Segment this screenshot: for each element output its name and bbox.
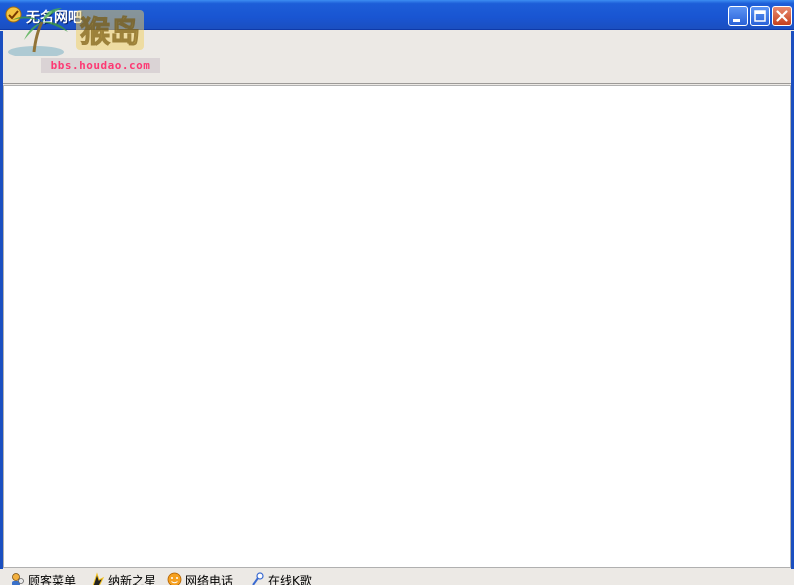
app-window: 无名网吧 猴岛 bbs.houdao.com 顾客菜单 纳新之星 网络电话 在线… (0, 0, 794, 585)
customer-icon (12, 573, 24, 585)
maximize-icon (754, 10, 766, 22)
watermark-logo: 猴岛 bbs.houdao.com (6, 4, 160, 73)
microphone-icon (252, 572, 264, 585)
bottom-item-label: 在线K歌 (268, 574, 312, 585)
svg-text:猴岛: 猴岛 (80, 15, 140, 50)
bottom-item-net-phone[interactable]: 网络电话 (167, 572, 233, 585)
main-content-area[interactable] (3, 85, 791, 568)
watermark-url: bbs.houdao.com (41, 58, 160, 73)
phone-face-icon (167, 572, 182, 585)
close-button[interactable] (772, 6, 792, 26)
bottom-item-online-karaoke[interactable]: 在线K歌 (250, 572, 312, 585)
bottom-item-label: 顾客菜单 (28, 574, 77, 585)
bottom-item-star[interactable]: 纳新之星 (90, 572, 156, 585)
bottom-bar: 顾客菜单 纳新之星 网络电话 在线K歌 (0, 569, 794, 585)
close-icon (776, 10, 788, 22)
star-figure-icon (92, 572, 105, 585)
bottom-item-customer-menu[interactable]: 顾客菜单 (10, 572, 76, 585)
minimize-icon (733, 19, 740, 22)
bottom-item-label: 纳新之星 (108, 574, 157, 585)
bottom-item-label: 网络电话 (185, 574, 234, 585)
maximize-button[interactable] (750, 6, 770, 26)
palm-tree-logo-icon: 猴岛 (8, 8, 144, 58)
minimize-button[interactable] (728, 6, 748, 26)
